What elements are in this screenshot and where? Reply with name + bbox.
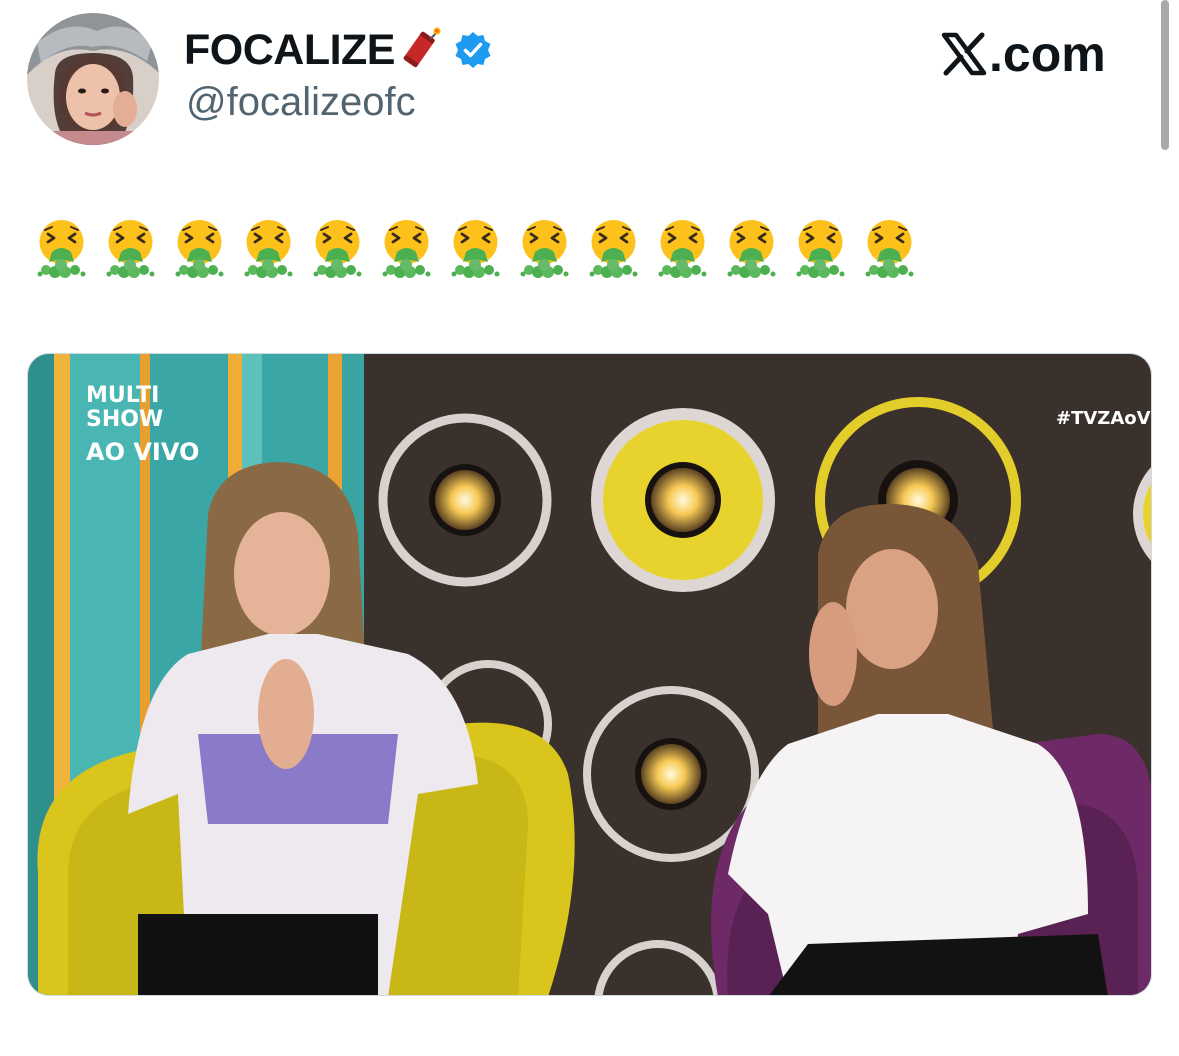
- source-label: .com: [989, 26, 1106, 82]
- face-vomiting-icon: [34, 218, 89, 278]
- face-vomiting-icon: [379, 218, 434, 278]
- face-vomiting-icon: [586, 218, 641, 278]
- scrollbar[interactable]: [1161, 0, 1169, 150]
- author-handle[interactable]: @focalizeofc: [186, 80, 416, 125]
- logo-line-1: MULTI: [86, 383, 159, 408]
- face-vomiting-icon: [862, 218, 917, 278]
- source-x-com[interactable]: .com: [940, 25, 1106, 83]
- face-vomiting-icon: [517, 218, 572, 278]
- logo-line-2: SHOW: [86, 407, 163, 432]
- display-name[interactable]: FOCALIZE: [184, 26, 395, 75]
- face-vomiting-icon: [793, 218, 848, 278]
- face-vomiting-icon: [724, 218, 779, 278]
- face-vomiting-icon: [103, 218, 158, 278]
- tweet-text: [34, 218, 917, 278]
- x-logo-icon: [940, 30, 988, 78]
- face-vomiting-icon: [655, 218, 710, 278]
- author-name-row[interactable]: FOCALIZE: [184, 24, 493, 76]
- face-vomiting-icon: [310, 218, 365, 278]
- logo-line-3: AO VIVO: [86, 438, 199, 466]
- face-vomiting-icon: [448, 218, 503, 278]
- face-vomiting-icon: [172, 218, 227, 278]
- firecracker-icon: [397, 27, 443, 73]
- face-vomiting-icon: [241, 218, 296, 278]
- avatar[interactable]: [27, 13, 159, 145]
- tweet-media-image[interactable]: MULTI SHOW AO VIVO #TVZAoV: [27, 353, 1152, 996]
- verified-badge-icon[interactable]: [453, 30, 493, 70]
- hashtag-overlay: #TVZAoV: [1056, 408, 1151, 429]
